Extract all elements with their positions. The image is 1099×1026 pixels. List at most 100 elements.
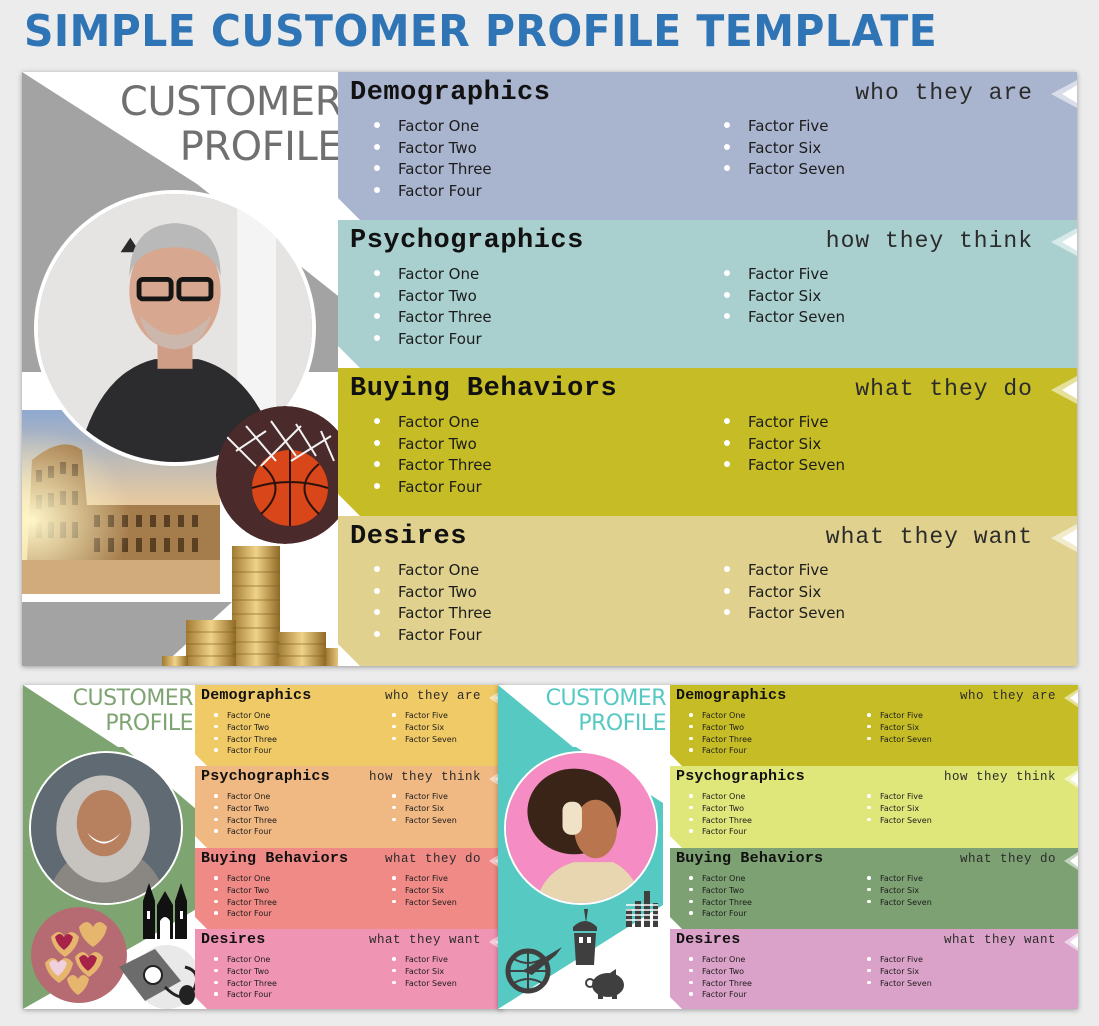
factor-list-right: Factor Five Factor Six Factor Seven: [392, 954, 503, 1001]
bullet-icon: [392, 957, 396, 961]
factor-item: Factor One: [374, 116, 748, 138]
bullet-icon: [214, 911, 218, 915]
profile-graphic: CUSTOMER PROFILE: [23, 685, 203, 1009]
bullet-icon: [392, 794, 396, 798]
panel-notch: [338, 198, 360, 220]
factor-item: Factor Six: [867, 885, 1058, 897]
factor-list-right: Factor Five Factor Six Factor Seven: [724, 264, 1077, 350]
piggy-bank-icon: [584, 969, 626, 999]
bullet-icon: [724, 461, 730, 467]
bullet-icon: [374, 482, 380, 489]
factor-columns: Factor One Factor Two Factor Three Factor F…: [214, 710, 503, 757]
chevron-left-icon-inner: [1070, 773, 1078, 785]
bullet-icon: [214, 876, 218, 880]
factor-item: Factor Two: [374, 138, 748, 160]
factor-list-left: Factor One Factor Two Factor Three Factor F…: [374, 412, 748, 498]
bullet-icon: [689, 817, 693, 822]
factor-list-left: Factor One Factor Two Factor Three Factor F…: [214, 873, 405, 920]
bullet-icon: [867, 876, 871, 880]
coin-stacks-image: [162, 544, 354, 666]
factor-item: Factor Four: [214, 745, 405, 757]
factor-item: Factor One: [374, 560, 748, 582]
panel-title: Psychographics: [201, 768, 330, 785]
bullet-icon: [867, 899, 871, 904]
bullet-icon: [392, 724, 396, 729]
customer-profile-heading: CUSTOMER PROFILE: [545, 686, 667, 736]
factor-item: Factor Four: [689, 745, 880, 757]
bullet-icon: [689, 980, 693, 985]
factor-item: Factor Seven: [867, 897, 1058, 909]
panel-title: Demographics: [201, 687, 312, 704]
panel-desires: Desires what they want Factor One Factor …: [670, 929, 1078, 1009]
factor-item: Factor Five: [392, 791, 503, 803]
panel-notch: [670, 754, 682, 766]
bullet-icon: [689, 899, 693, 904]
bullet-icon: [867, 794, 871, 798]
factor-item: Factor Five: [724, 264, 1077, 286]
factor-columns: Factor One Factor Two Factor Three Factor F…: [689, 954, 1058, 1001]
factor-item: Factor Two: [689, 966, 880, 978]
panel-tagline: what they do: [855, 376, 1033, 402]
panel-notch: [338, 494, 360, 516]
factor-item: Factor Six: [392, 966, 503, 978]
factor-item: Factor Two: [214, 966, 405, 978]
panel-title: Buying Behaviors: [676, 850, 824, 867]
panel-buying-behaviors: Buying Behaviors what they do Factor One…: [338, 368, 1077, 516]
factor-item: Factor Six: [867, 722, 1058, 734]
panel-tagline: who they are: [384, 689, 481, 703]
bullet-icon: [689, 957, 693, 961]
panel-title: Demographics: [350, 78, 551, 108]
factor-item: Factor Three: [374, 603, 748, 625]
chevron-left-icon-inner: [1070, 855, 1078, 867]
chevron-left-icon-inner: [1062, 529, 1077, 547]
factor-item: Factor One: [374, 412, 748, 434]
panel-title: Desires: [350, 522, 467, 552]
profile-panels: Demographics who they are Factor One Fact…: [338, 72, 1077, 666]
bullet-icon: [867, 957, 871, 961]
panel-tagline: who they are: [855, 80, 1033, 106]
factor-item: Factor Three: [214, 815, 405, 827]
panel-title: Psychographics: [350, 226, 584, 256]
factor-columns: Factor One Factor Two Factor Three Factor F…: [689, 791, 1058, 838]
factor-item: Factor One: [214, 873, 405, 885]
factor-item: Factor Three: [689, 734, 880, 746]
panel-demographics: Demographics who they are Factor One Fact…: [195, 685, 503, 766]
bullet-icon: [214, 829, 218, 833]
bullet-icon: [374, 313, 380, 319]
panel-buying-behaviors: Buying Behaviors what they do Factor One…: [670, 848, 1078, 929]
bullet-icon: [867, 713, 871, 717]
bullet-icon: [214, 968, 218, 973]
factor-item: Factor Five: [392, 873, 503, 885]
bullet-icon: [374, 439, 380, 446]
factor-item: Factor Three: [689, 978, 880, 990]
bullet-icon: [689, 805, 693, 810]
page-title: SIMPLE CUSTOMER PROFILE TEMPLATE: [24, 6, 938, 57]
panel-notch: [195, 917, 207, 929]
bullet-icon: [689, 968, 693, 973]
panel-psychographics: Psychographics how they think Factor One…: [195, 766, 503, 848]
profile-panels: Demographics who they are Factor One Fact…: [670, 685, 1078, 1009]
factor-item: Factor Six: [392, 803, 503, 815]
panel-tagline: what they do: [959, 852, 1056, 866]
panel-notch: [670, 917, 682, 929]
factor-item: Factor Seven: [392, 734, 503, 746]
panel-title: Psychographics: [676, 768, 805, 785]
factor-item: Factor Four: [214, 826, 405, 838]
chevron-left-icon-inner: [1070, 936, 1078, 948]
factor-list-right: Factor Five Factor Six Factor Seven: [392, 873, 503, 920]
bullet-icon: [867, 805, 871, 810]
factor-list-right: Factor Five Factor Six Factor Seven: [867, 954, 1058, 1001]
bullet-icon: [392, 876, 396, 880]
chevron-left-icon-inner: [1070, 692, 1078, 704]
panel-title: Demographics: [676, 687, 787, 704]
profile-card-green: CUSTOMER PROFILE Demographics who they a…: [23, 685, 503, 1009]
factor-columns: Factor One Factor Two Factor Three Factor F…: [374, 264, 1077, 350]
factor-columns: Factor One Factor Two Factor Three Factor F…: [689, 873, 1058, 920]
factor-item: Factor Three: [374, 307, 748, 329]
bullet-icon: [689, 736, 693, 741]
panel-demographics: Demographics who they are Factor One Fact…: [670, 685, 1078, 766]
factor-item: Factor Three: [374, 159, 748, 181]
factor-item: Factor Two: [689, 885, 880, 897]
factor-list-left: Factor One Factor Two Factor Three Factor F…: [214, 954, 405, 1001]
bullet-icon: [374, 461, 380, 467]
